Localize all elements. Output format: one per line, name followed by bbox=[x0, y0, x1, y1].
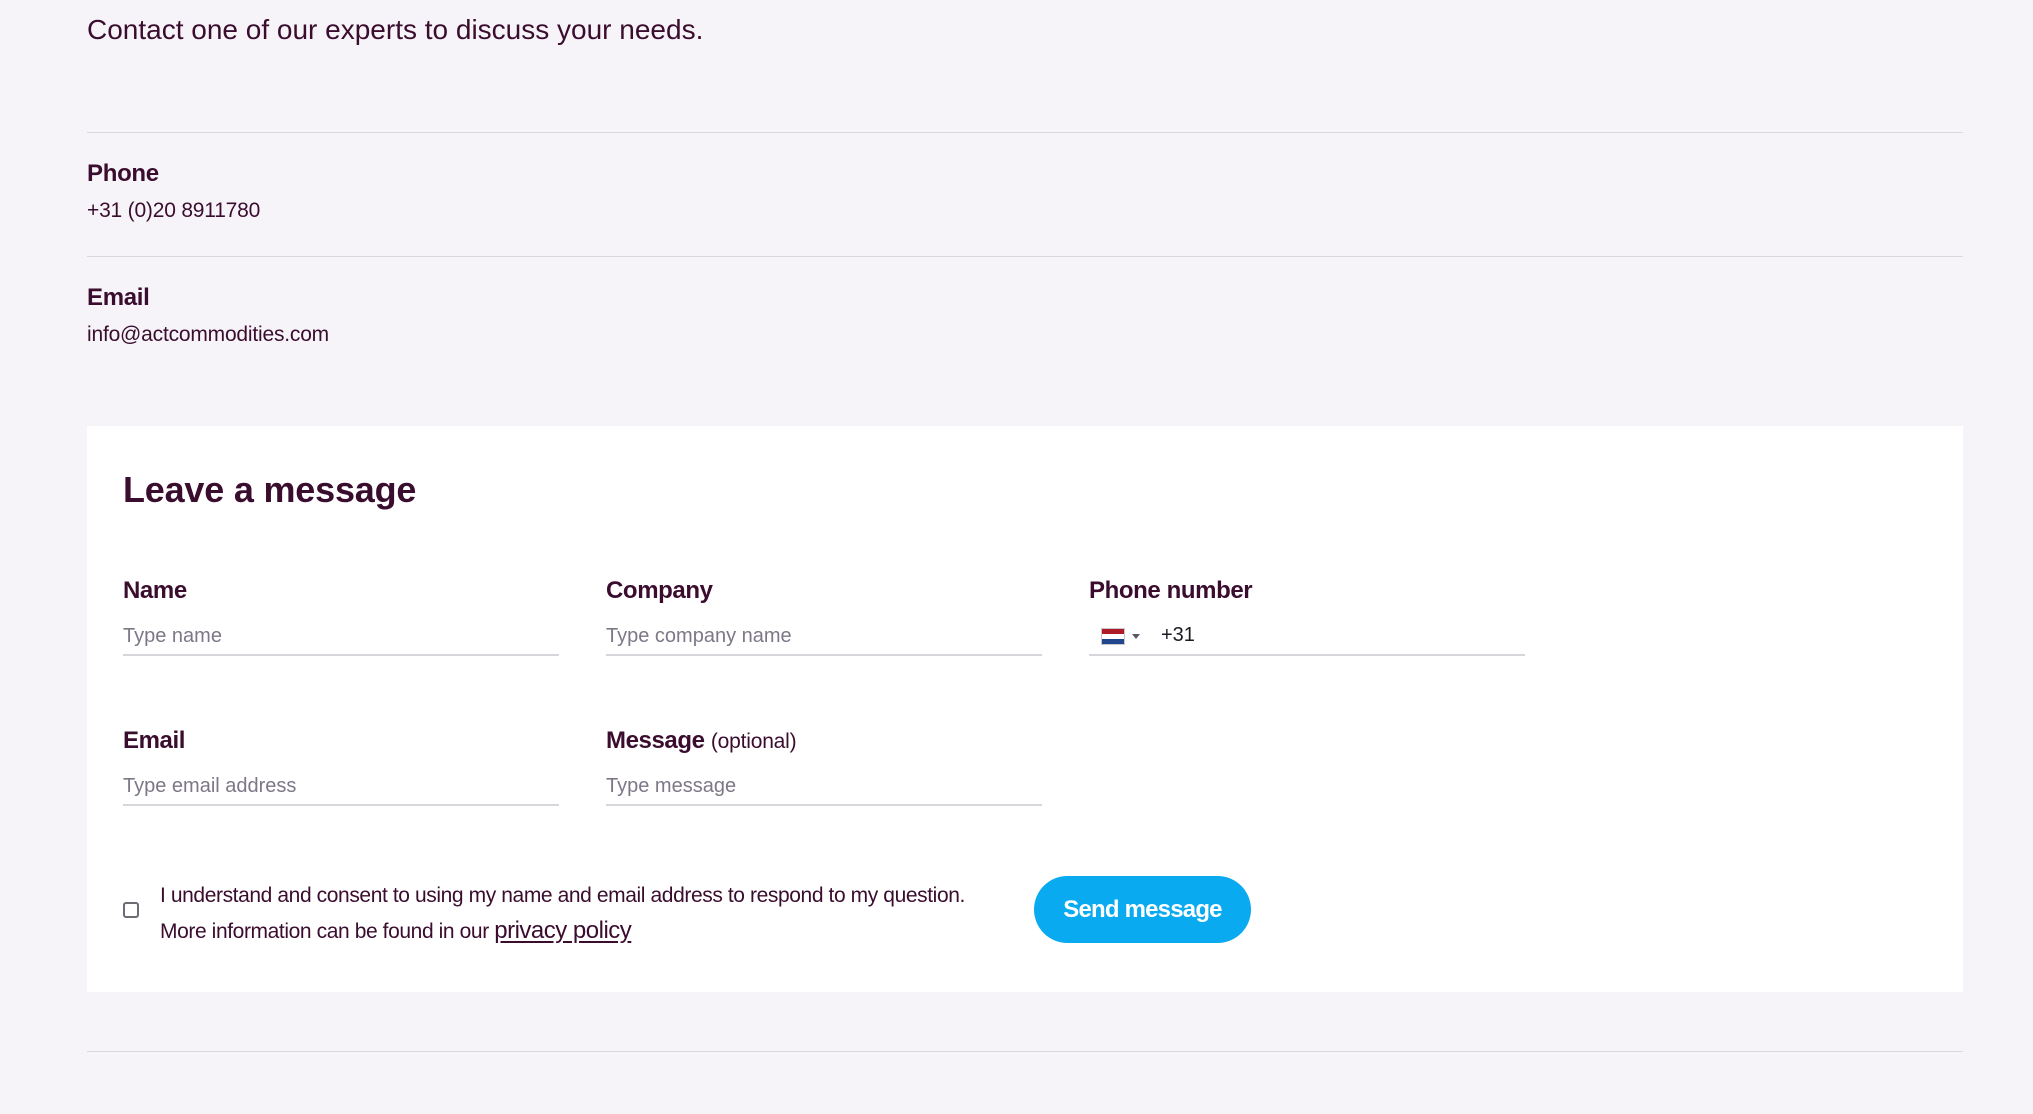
consent-text: I understand and consent to using my nam… bbox=[160, 878, 965, 949]
phone-label: Phone bbox=[87, 160, 159, 187]
consent-checkbox[interactable] bbox=[123, 902, 139, 918]
email-label: Email bbox=[87, 284, 150, 311]
email-label: Email bbox=[123, 727, 186, 754]
phone-contact: Phone +31 (0)20 8911780 bbox=[87, 159, 1963, 224]
message-field: Message (optional) bbox=[606, 726, 1042, 816]
send-message-button[interactable]: Send message bbox=[1034, 876, 1251, 943]
email-contact: Email info@actcommodities.com bbox=[87, 283, 1963, 348]
optional-label: (optional) bbox=[710, 730, 797, 753]
message-input[interactable] bbox=[606, 768, 1042, 806]
name-label: Name bbox=[123, 577, 187, 604]
divider bbox=[87, 1051, 1963, 1052]
consent-line-2-text: More information can be found in our bbox=[160, 920, 495, 943]
name-field: Name bbox=[123, 576, 559, 666]
message-form-card: Leave a message Name Company Phone numbe… bbox=[87, 426, 1963, 992]
intro-text: Contact one of our experts to discuss yo… bbox=[87, 14, 704, 45]
chevron-down-icon[interactable] bbox=[1132, 634, 1140, 639]
form-title: Leave a message bbox=[123, 469, 417, 510]
phone-number-label: Phone number bbox=[1089, 577, 1253, 604]
phone-number-field: Phone number bbox=[1089, 576, 1525, 666]
phone-value[interactable]: +31 (0)20 8911780 bbox=[87, 198, 1963, 224]
phone-number-input[interactable] bbox=[1161, 618, 1521, 652]
company-input[interactable] bbox=[606, 618, 1042, 656]
company-label: Company bbox=[606, 577, 713, 604]
message-label-text: Message bbox=[606, 727, 705, 754]
name-input[interactable] bbox=[123, 618, 559, 656]
company-field: Company bbox=[606, 576, 1042, 666]
consent-row: I understand and consent to using my nam… bbox=[123, 878, 1023, 948]
consent-line-1: I understand and consent to using my nam… bbox=[160, 884, 965, 907]
divider bbox=[87, 256, 1963, 257]
phone-input-box bbox=[1089, 618, 1525, 656]
message-label: Message (optional) bbox=[606, 726, 797, 757]
netherlands-flag-icon[interactable] bbox=[1101, 628, 1125, 645]
email-input[interactable] bbox=[123, 768, 559, 806]
privacy-policy-link[interactable]: privacy policy bbox=[494, 917, 632, 944]
email-value[interactable]: info@actcommodities.com bbox=[87, 322, 1963, 348]
divider bbox=[87, 132, 1963, 133]
consent-line-2: More information can be found in our pri… bbox=[160, 913, 965, 949]
email-field: Email bbox=[123, 726, 559, 816]
